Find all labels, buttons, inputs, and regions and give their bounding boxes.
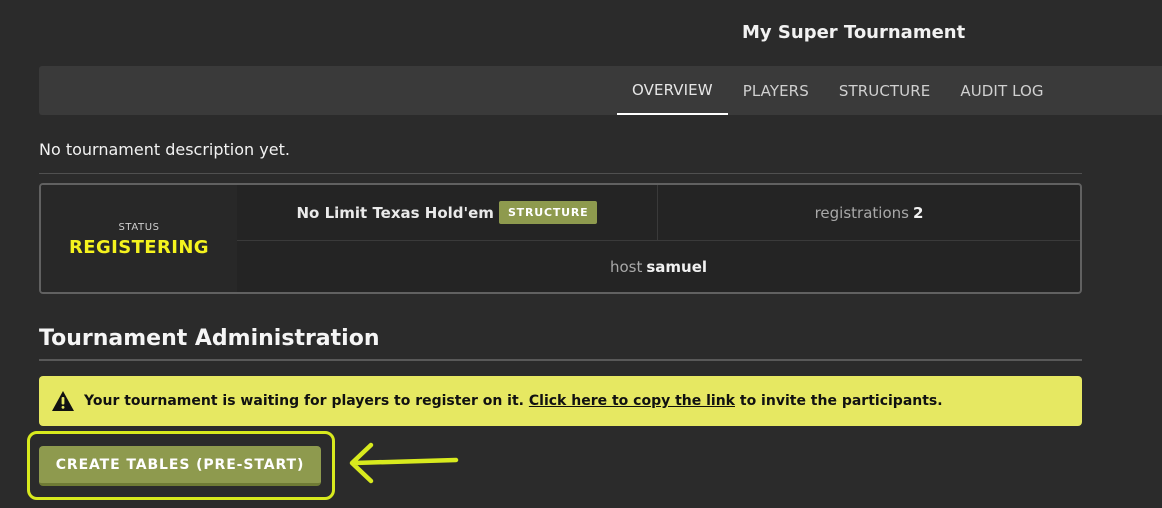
registrations-cell: registrations 2 (658, 185, 1080, 241)
tournament-administration-heading: Tournament Administration (39, 326, 380, 351)
warning-text-before: Your tournament is waiting for players t… (84, 393, 524, 409)
status-label: STATUS (118, 222, 160, 233)
registrations-label: registrations (814, 203, 909, 222)
tournament-description: No tournament description yet. (39, 140, 290, 159)
tab-overview[interactable]: OVERVIEW (617, 66, 728, 115)
host-cell: host samuel (237, 241, 1080, 292)
tab-players[interactable]: PLAYERS (728, 66, 824, 115)
arrow-left-icon (349, 442, 459, 484)
host-name: samuel (646, 257, 708, 276)
status-block: STATUS REGISTERING (41, 185, 237, 292)
tab-structure[interactable]: STRUCTURE (824, 66, 946, 115)
status-value: REGISTERING (69, 237, 209, 258)
host-label: host (609, 257, 643, 276)
registration-warning: Your tournament is waiting for players t… (39, 376, 1082, 426)
game-type: No Limit Texas Hold'em (296, 203, 494, 222)
create-tables-button[interactable]: CREATE TABLES (PRE-START) (39, 446, 321, 486)
tournament-summary-card: STATUS REGISTERING No Limit Texas Hold'e… (39, 183, 1082, 294)
warning-text-after: to invite the participants. (739, 393, 943, 409)
warning-triangle-icon (52, 391, 74, 411)
description-divider (39, 173, 1082, 174)
tab-audit-log[interactable]: AUDIT LOG (945, 66, 1058, 115)
game-type-cell: No Limit Texas Hold'em STRUCTURE (237, 185, 658, 241)
copy-invite-link[interactable]: Click here to copy the link (529, 393, 735, 409)
page-title: My Super Tournament (742, 22, 966, 43)
tournament-nav-bar: OVERVIEW PLAYERS STRUCTURE AUDIT LOG (39, 66, 1162, 115)
tournament-tabs: OVERVIEW PLAYERS STRUCTURE AUDIT LOG (617, 66, 1059, 115)
structure-badge-button[interactable]: STRUCTURE (498, 201, 598, 224)
registrations-count: 2 (912, 203, 924, 222)
administration-divider (39, 359, 1082, 361)
